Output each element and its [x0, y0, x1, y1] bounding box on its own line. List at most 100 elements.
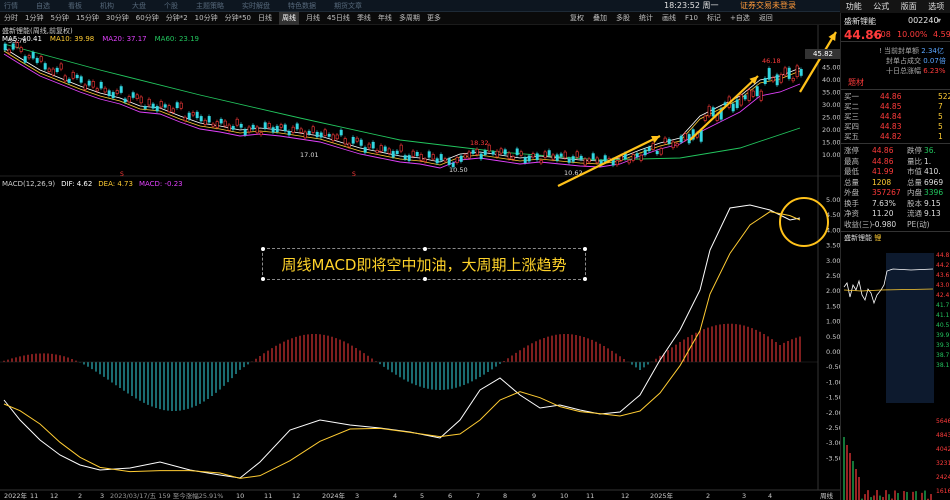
candle-body [339, 129, 343, 136]
mini-price-label: 44.8 [936, 252, 950, 259]
candle-body [739, 94, 743, 106]
order-book-row[interactable]: 买二 44.85 7 [844, 102, 950, 112]
mini-volume-label: 4843 [936, 432, 950, 439]
candle-body [627, 159, 631, 164]
trend-arrow[interactable] [689, 75, 759, 141]
resize-handle[interactable] [261, 247, 265, 251]
candle-body [651, 143, 655, 150]
candle-body [411, 150, 415, 157]
order-book-row[interactable]: 买五 44.82 1 [844, 132, 950, 142]
candle-body [675, 143, 679, 147]
x-axis-label: 9 [532, 492, 536, 500]
macd-axis-label: 3.00 [826, 257, 840, 265]
theme-tag[interactable]: 题材 [848, 77, 864, 88]
stat-value: 1208 [872, 177, 892, 187]
x-axis-label: 8 [503, 492, 507, 500]
mini-price-label: 38.1 [936, 362, 950, 369]
resize-handle[interactable] [583, 277, 587, 281]
candle-body [139, 96, 143, 104]
x-axis-label: 2023/03/17/五 159 至今涨幅25.91% [110, 491, 223, 500]
candle-body [475, 148, 479, 155]
candle-body [119, 86, 123, 93]
candle-body [551, 154, 555, 160]
macd-axis-label: 2.50 [826, 272, 840, 280]
highlight-circle[interactable] [779, 197, 829, 247]
candle-body [571, 156, 575, 162]
candle-body [47, 68, 51, 72]
candle-body [207, 116, 211, 123]
candle-body [383, 146, 387, 152]
price-axis-label: 30.00 [822, 101, 841, 109]
price-axis-label: 35.00 [822, 89, 841, 97]
candle-body [711, 107, 715, 117]
candle-body [79, 76, 83, 83]
candle-body [223, 120, 227, 127]
stat-value: 410. [924, 167, 941, 176]
resize-handle[interactable] [423, 247, 427, 251]
x-axis-label: 12 [621, 492, 629, 500]
kv-row: 十日总涨幅 6.23% [886, 67, 946, 75]
resize-handle[interactable] [261, 277, 265, 281]
quote-panel: 盛新锂能 002240 ▾ 44.86 4.08 10.00% 4.59 ! 当… [840, 13, 950, 500]
candle-body [111, 92, 115, 99]
macd-axis-label: 1.00 [826, 318, 840, 326]
annotation-textbox[interactable]: 周线MACD即将空中加油，大周期上涨趋势 [261, 247, 587, 281]
macd-legend-item: DEA: 4.73 [98, 180, 133, 188]
order-book-row[interactable]: 买三 44.84 5 [844, 112, 950, 122]
divider [841, 89, 950, 90]
candle-body [667, 138, 671, 144]
x-axis-period-label: 周线 [820, 491, 834, 500]
order-book-label: 买一 [844, 92, 859, 101]
candle-body [303, 131, 307, 139]
x-axis-label: 4 [393, 492, 397, 500]
stat-label: 净资 [844, 209, 859, 218]
order-book-row[interactable]: 买一 44.86 522 [844, 92, 950, 102]
order-book-volume: 522 [938, 92, 950, 101]
candle-body [707, 105, 711, 117]
candle-body [371, 141, 375, 149]
resize-handle[interactable] [583, 247, 587, 251]
candle-body [771, 77, 775, 82]
x-axis-label: 2025年 [650, 491, 674, 500]
macd-legend-item: MACD: -0.23 [138, 180, 183, 188]
mini-price-label: 44.2 [936, 262, 950, 269]
price-axis-label: 15.00 [822, 139, 841, 147]
candle-body [143, 106, 147, 109]
candle-body [503, 149, 507, 155]
candle-body [575, 151, 579, 158]
candle-body [271, 127, 275, 133]
candle-body [367, 143, 371, 149]
candle-body [387, 148, 391, 154]
order-book-row[interactable]: 买四 44.83 5 [844, 122, 950, 132]
quote-stat-row: 总量 1208 总量 6969 [844, 178, 950, 188]
candle-body [751, 90, 755, 97]
resize-handle[interactable] [423, 277, 427, 281]
stat-value: 44.86 [872, 156, 894, 166]
intraday-mini-chart[interactable]: 44.8 44.2 43.6 43.0 42.4 41.7 41.1 40.5 39.9 39.3… [841, 245, 950, 500]
quote-stat-row: 净资 11.20 流通 9.13 [844, 209, 950, 219]
candle-body [731, 103, 735, 112]
dropdown-icon[interactable]: ▾ [937, 16, 941, 25]
candle-body [191, 112, 195, 116]
signal-marker: S [120, 171, 124, 178]
candle-body [543, 151, 547, 158]
candle-body [463, 154, 467, 159]
candle-body [235, 118, 239, 126]
quote-stat-row: 最高 44.86 量比 1. [844, 157, 950, 167]
candle-body [655, 150, 659, 155]
candle-body [3, 43, 7, 51]
candle-body [703, 115, 707, 121]
candle-body [355, 137, 359, 142]
x-axis-label: 2 [706, 492, 710, 500]
candle-body [631, 154, 635, 161]
candle-body [423, 158, 427, 162]
x-axis-label: 11 [264, 492, 272, 500]
candle-body [239, 123, 243, 128]
candle-body [795, 65, 799, 77]
candle-body [331, 134, 335, 142]
candle-body [663, 137, 667, 143]
candle-body [283, 124, 287, 132]
extra-value: 4.59 [933, 30, 950, 39]
candle-body [375, 150, 379, 153]
candle-body [219, 118, 223, 124]
